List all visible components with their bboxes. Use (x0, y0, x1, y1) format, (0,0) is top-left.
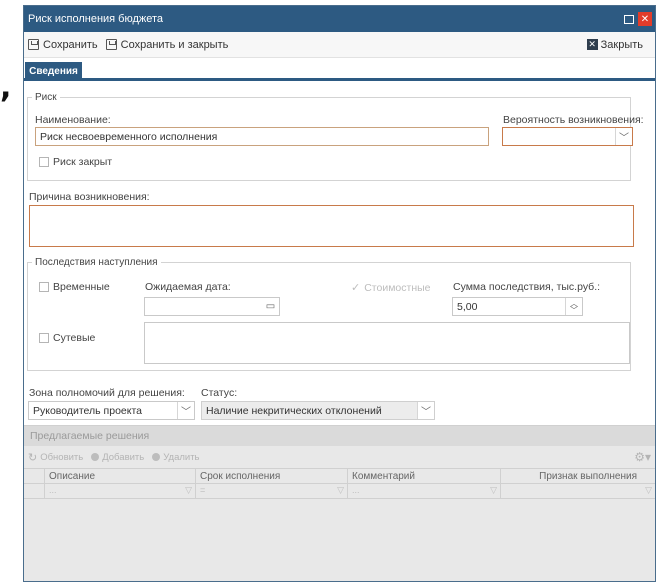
filter-cell[interactable]: = ▽ (196, 484, 348, 498)
solutions-toolbar: ↻ Обновить Добавить Удалить ⚙▾ (24, 446, 655, 468)
form-content: Риск Наименование: Риск несвоевременного… (24, 84, 655, 581)
temporal-checkbox[interactable]: Временные (39, 281, 110, 293)
authority-select[interactable]: Руководитель проекта ﹀ (28, 401, 195, 420)
check-icon: ✓ (351, 282, 361, 294)
grid-corner-cell (24, 469, 45, 483)
filter-value: ... (352, 485, 360, 495)
status-select[interactable]: Наличие некритических отклонений ﹀ (201, 401, 435, 420)
name-label: Наименование: (35, 114, 111, 126)
status-value: Наличие некритических отклонений (206, 405, 382, 417)
delete-button[interactable]: Удалить (152, 451, 200, 463)
authority-value: Руководитель проекта (33, 405, 143, 417)
chevron-down-icon[interactable]: ﹀ (417, 402, 434, 419)
close-button[interactable]: ✕ Закрыть (586, 38, 643, 51)
close-button-label: Закрыть (600, 38, 643, 51)
window-title: Риск исполнения бюджета (28, 13, 164, 25)
title-bar: Риск исполнения бюджета ✕ (24, 6, 655, 32)
sum-input[interactable]: 5,00 ︿ ﹀ (452, 297, 583, 316)
checkbox-box (39, 282, 49, 292)
refresh-icon: ↻ (28, 451, 38, 464)
close-icon: ✕ (586, 39, 598, 50)
risk-closed-checkbox[interactable]: Риск закрыт (39, 156, 112, 168)
filter-cell[interactable]: ▽ (501, 484, 655, 498)
probability-label: Вероятность возникновения: (503, 114, 644, 126)
tab-details[interactable]: Сведения (25, 62, 82, 81)
chevron-down-icon[interactable]: ﹀ (615, 128, 632, 145)
refresh-label: Обновить (40, 451, 84, 463)
essential-label: Сутевые (53, 332, 96, 344)
spinner-icon[interactable]: ︿ ﹀ (565, 298, 582, 315)
filter-value: ... (49, 485, 57, 495)
cost-checkbox: ✓ Стоимостные (351, 281, 431, 295)
filter-cell[interactable]: ... ▽ (348, 484, 501, 498)
expected-date-label: Ожидаемая дата: (145, 281, 231, 293)
refresh-button[interactable]: ↻ Обновить (28, 451, 83, 464)
grid-settings-button[interactable]: ⚙▾ (634, 450, 651, 464)
close-window-icon[interactable]: ✕ (638, 12, 652, 26)
tab-strip: Сведения (24, 58, 655, 81)
name-input[interactable]: Риск несвоевременного исполнения (35, 127, 489, 146)
save-button-label: Сохранить (43, 38, 98, 51)
checkbox-box (39, 157, 49, 167)
filter-value: = (200, 485, 206, 495)
add-label: Добавить (102, 451, 145, 463)
save-and-close-label: Сохранить и закрыть (120, 38, 229, 51)
checkbox-box (39, 333, 49, 343)
cause-label: Причина возникновения: (29, 191, 150, 203)
column-header[interactable]: Срок исполнения (196, 469, 348, 483)
status-label: Статус: (201, 387, 238, 399)
risk-legend: Риск (35, 92, 57, 103)
solutions-panel: Предлагаемые решения ↻ Обновить Добавить… (24, 425, 655, 581)
filter-icon[interactable]: ▽ (337, 485, 344, 496)
save-and-close-button[interactable]: Сохранить и закрыть (105, 38, 229, 51)
add-button[interactable]: Добавить (91, 452, 144, 463)
grid-header-row: Описание Срок исполнения Комментарий При… (24, 468, 655, 484)
column-header[interactable]: Комментарий (348, 469, 501, 483)
grid-filter-row: ... ▽ = ▽ ... ▽ ▽ (24, 484, 655, 499)
expected-date-input[interactable]: ▭ (144, 297, 280, 316)
cost-label: Стоимостные (364, 281, 431, 294)
maximize-icon[interactable] (624, 14, 634, 24)
toolbar: Сохранить Сохранить и закрыть ✕ Закрыть (24, 32, 655, 58)
filter-icon[interactable]: ▽ (490, 485, 497, 496)
cause-textarea[interactable] (29, 205, 634, 247)
background-glyph: , (0, 70, 12, 105)
add-icon (91, 453, 100, 461)
save-icon (28, 39, 39, 50)
sum-value: 5,00 (457, 301, 478, 313)
sum-label: Сумма последствия, тыс.руб.: (453, 281, 601, 293)
risk-closed-label: Риск закрыт (53, 156, 113, 168)
probability-select[interactable]: ﹀ (502, 127, 633, 146)
column-header[interactable]: Описание (45, 469, 196, 483)
essential-textarea[interactable] (144, 322, 630, 364)
essential-checkbox[interactable]: Сутевые (39, 332, 95, 344)
consequences-legend: Последствия наступления (35, 257, 158, 268)
delete-label: Удалить (163, 451, 200, 463)
filter-icon[interactable]: ▽ (645, 485, 652, 496)
filter-icon[interactable]: ▽ (185, 485, 192, 496)
gear-icon: ⚙▾ (634, 450, 651, 464)
save-button[interactable]: Сохранить (28, 39, 98, 51)
save-icon (105, 39, 117, 50)
chevron-down-icon[interactable]: ﹀ (177, 402, 194, 419)
calendar-icon[interactable]: ▭ (262, 298, 279, 315)
authority-label: Зона полномочий для решения: (29, 387, 185, 399)
temporal-label: Временные (53, 281, 110, 293)
delete-icon (152, 453, 161, 461)
filter-corner-cell (24, 484, 45, 498)
filter-cell[interactable]: ... ▽ (45, 484, 196, 498)
dialog-window: Риск исполнения бюджета ✕ Сохранить Сохр… (23, 5, 656, 582)
column-header[interactable]: Признак выполнения (501, 469, 655, 483)
solutions-title: Предлагаемые решения (24, 426, 655, 446)
